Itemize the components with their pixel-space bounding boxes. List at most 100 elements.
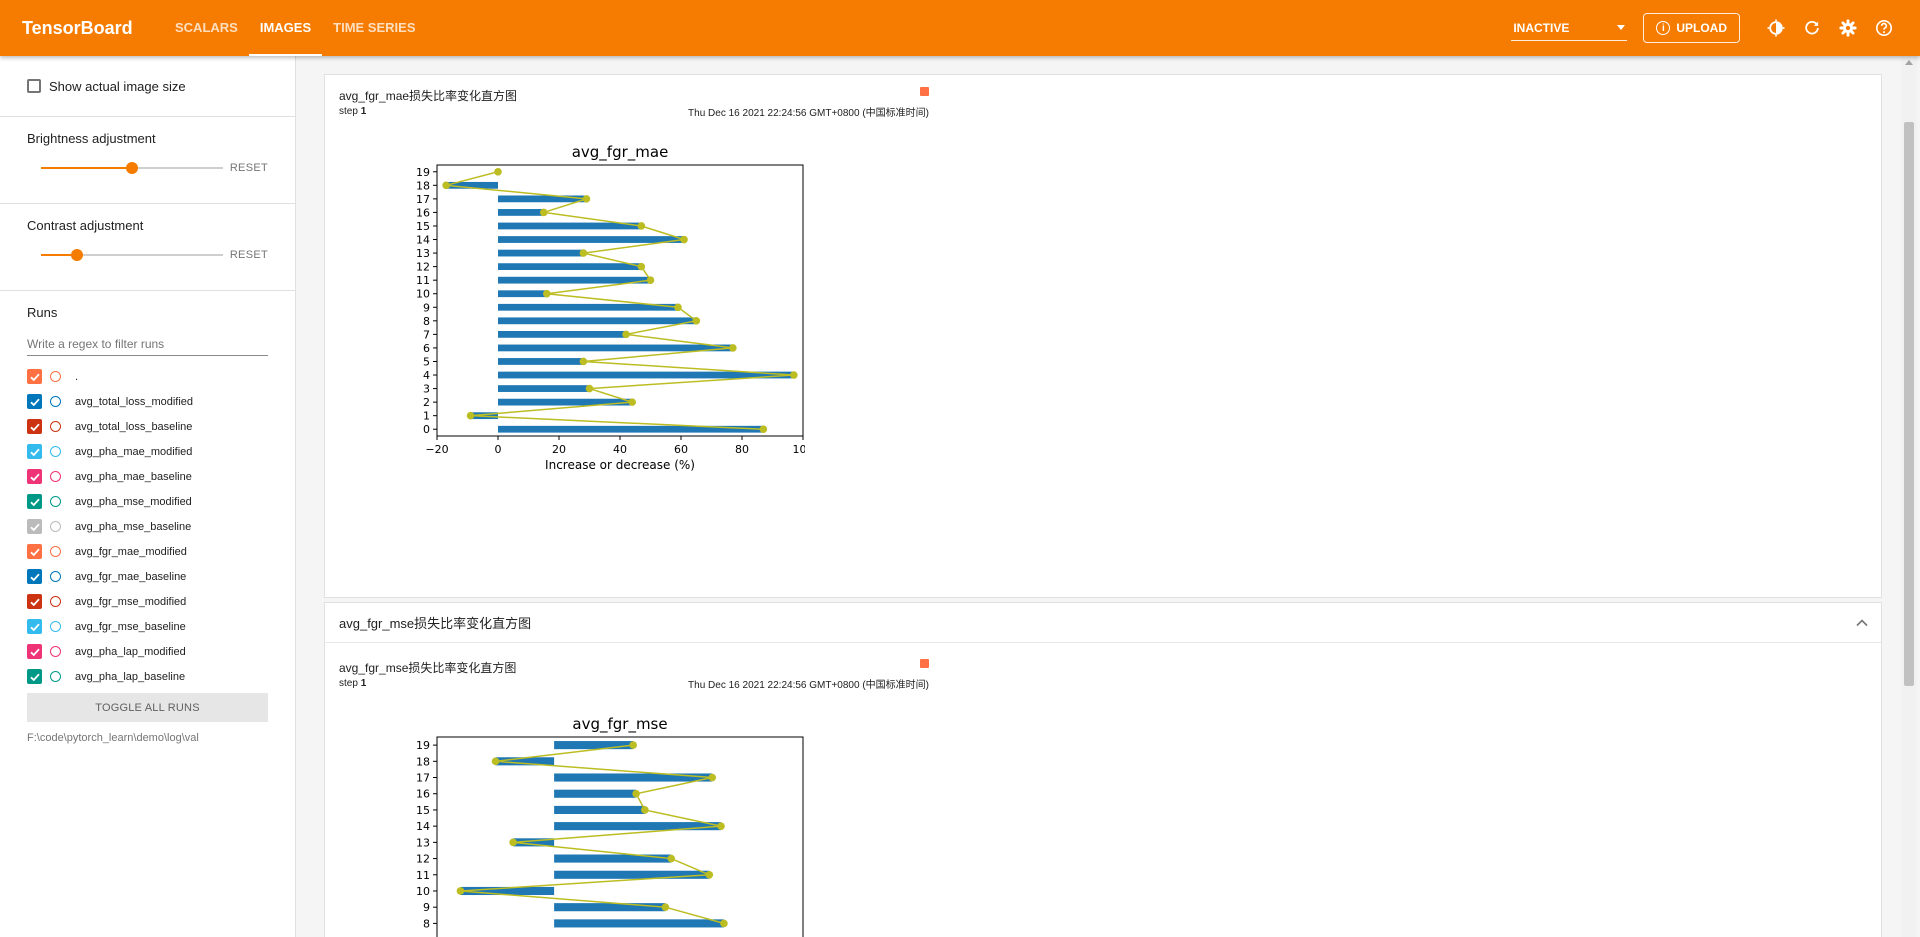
section-header[interactable]: avg_fgr_mse损失比率变化直方图 bbox=[325, 603, 1881, 643]
run-item[interactable]: avg_fgr_mae_baseline bbox=[27, 564, 268, 589]
run-checkbox[interactable] bbox=[27, 444, 42, 459]
chart-point bbox=[466, 411, 475, 420]
y-tick-label: 2 bbox=[423, 396, 430, 409]
brightness-reset-button[interactable]: RESET bbox=[230, 162, 268, 174]
run-color-circle[interactable] bbox=[50, 546, 61, 557]
run-checkbox[interactable] bbox=[27, 594, 42, 609]
run-checkbox[interactable] bbox=[27, 519, 42, 534]
chart-bar bbox=[554, 903, 666, 912]
run-color-circle[interactable] bbox=[50, 521, 61, 532]
chart-bar bbox=[498, 290, 547, 298]
upload-button[interactable]: i UPLOAD bbox=[1643, 13, 1740, 43]
settings-icon bbox=[1839, 19, 1857, 37]
run-item[interactable]: avg_pha_mae_baseline bbox=[27, 464, 268, 489]
settings-button[interactable] bbox=[1830, 10, 1866, 46]
tab-images[interactable]: IMAGES bbox=[248, 0, 323, 56]
chevron-up-icon[interactable] bbox=[1853, 614, 1871, 632]
run-item[interactable]: avg_pha_mse_modified bbox=[27, 489, 268, 514]
y-tick-label: 16 bbox=[416, 206, 430, 219]
run-item[interactable]: avg_pha_lap_modified bbox=[27, 639, 268, 664]
chart-point bbox=[667, 854, 676, 863]
run-item[interactable]: avg_pha_mse_baseline bbox=[27, 514, 268, 539]
run-checkbox[interactable] bbox=[27, 569, 42, 584]
chart-point bbox=[717, 822, 725, 830]
brightness-slider-thumb[interactable] bbox=[126, 162, 138, 174]
run-color-circle[interactable] bbox=[50, 396, 61, 407]
brightness-slider[interactable] bbox=[41, 160, 223, 176]
run-color-circle[interactable] bbox=[50, 371, 61, 382]
run-checkbox[interactable] bbox=[27, 644, 42, 659]
run-color-circle[interactable] bbox=[50, 496, 61, 507]
chart-title: avg_fgr_mae bbox=[572, 143, 669, 162]
tab-scalars[interactable]: SCALARS bbox=[164, 0, 249, 56]
sidebar: Show actual image size Brightness adjust… bbox=[0, 56, 296, 937]
chart-bar bbox=[554, 773, 713, 782]
contrast-slider[interactable] bbox=[41, 247, 223, 263]
run-item[interactable]: avg_fgr_mse_modified bbox=[27, 589, 268, 614]
status-dropdown[interactable]: INACTIVE bbox=[1511, 15, 1628, 41]
theme-toggle-button[interactable] bbox=[1758, 10, 1794, 46]
scrollbar[interactable] bbox=[1901, 56, 1917, 937]
x-tick-label: 20 bbox=[552, 443, 566, 456]
chart-bar bbox=[498, 317, 697, 325]
run-color-circle[interactable] bbox=[50, 471, 61, 482]
run-color-circle[interactable] bbox=[50, 646, 61, 657]
contrast-reset-button[interactable]: RESET bbox=[230, 249, 268, 261]
x-axis-label: Increase or decrease (%) bbox=[545, 458, 695, 472]
run-color-circle[interactable] bbox=[50, 571, 61, 582]
chart-bar bbox=[554, 870, 710, 879]
contrast-slider-thumb[interactable] bbox=[71, 249, 84, 261]
y-tick-label: 18 bbox=[416, 755, 430, 768]
run-item[interactable]: avg_total_loss_baseline bbox=[27, 414, 268, 439]
run-item[interactable]: avg_pha_mae_modified bbox=[27, 439, 268, 464]
runs-filter-input[interactable]: Write a regex to filter runs bbox=[27, 332, 268, 356]
tab-time-series[interactable]: TIME SERIES bbox=[322, 0, 426, 56]
y-tick-label: 10 bbox=[416, 885, 430, 898]
help-button[interactable] bbox=[1866, 10, 1902, 46]
run-item[interactable]: avg_pha_lap_baseline bbox=[27, 664, 268, 689]
run-checkbox[interactable] bbox=[27, 369, 42, 384]
run-checkbox[interactable] bbox=[27, 419, 42, 434]
run-color-circle[interactable] bbox=[50, 596, 61, 607]
image-section-fgr-mse: avg_fgr_mse损失比率变化直方图 avg_fgr_mse损失比率变化直方… bbox=[324, 602, 1882, 937]
check-icon bbox=[29, 448, 40, 456]
y-tick-label: 9 bbox=[423, 301, 430, 314]
image-timestamp: Thu Dec 16 2021 22:24:56 GMT+0800 (中国标准时… bbox=[688, 680, 929, 691]
x-tick-label: 0 bbox=[495, 443, 502, 456]
run-color-circle[interactable] bbox=[50, 421, 61, 432]
run-color-circle[interactable] bbox=[50, 621, 61, 632]
dropdown-caret-icon bbox=[1617, 25, 1626, 30]
show-actual-size-option[interactable]: Show actual image size bbox=[27, 56, 268, 116]
chart-point bbox=[705, 870, 714, 879]
y-tick-label: 17 bbox=[416, 772, 430, 785]
run-color-circle[interactable] bbox=[50, 446, 61, 457]
run-checkbox[interactable] bbox=[27, 669, 42, 684]
run-item[interactable]: avg_fgr_mae_modified bbox=[27, 539, 268, 564]
run-checkbox[interactable] bbox=[27, 544, 42, 559]
run-color-circle[interactable] bbox=[50, 671, 61, 682]
check-icon bbox=[29, 673, 40, 681]
run-item[interactable]: . bbox=[27, 364, 268, 389]
run-item[interactable]: avg_fgr_mse_baseline bbox=[27, 614, 268, 639]
toggle-all-runs-button[interactable]: TOGGLE ALL RUNS bbox=[27, 693, 268, 722]
run-label: avg_pha_lap_modified bbox=[75, 645, 186, 658]
run-color-badge bbox=[920, 87, 929, 96]
section-title: avg_fgr_mse损失比率变化直方图 bbox=[339, 616, 532, 631]
chart-bar bbox=[498, 358, 584, 365]
scrollbar-thumb[interactable] bbox=[1904, 122, 1914, 686]
run-checkbox[interactable] bbox=[27, 469, 42, 484]
run-checkbox[interactable] bbox=[27, 494, 42, 509]
scroll-up-arrow-icon[interactable] bbox=[1905, 60, 1913, 65]
run-checkbox[interactable] bbox=[27, 619, 42, 634]
chart-point bbox=[646, 276, 655, 284]
refresh-button[interactable] bbox=[1794, 10, 1830, 46]
show-actual-size-checkbox[interactable] bbox=[27, 79, 41, 93]
brightness-title: Brightness adjustment bbox=[27, 131, 156, 146]
run-item[interactable]: avg_total_loss_modified bbox=[27, 389, 268, 414]
check-icon bbox=[29, 423, 40, 431]
contrast-title: Contrast adjustment bbox=[27, 218, 144, 233]
check-icon bbox=[29, 573, 40, 581]
run-checkbox[interactable] bbox=[27, 394, 42, 409]
y-tick-label: 19 bbox=[416, 166, 430, 179]
y-tick-label: 6 bbox=[423, 342, 430, 355]
